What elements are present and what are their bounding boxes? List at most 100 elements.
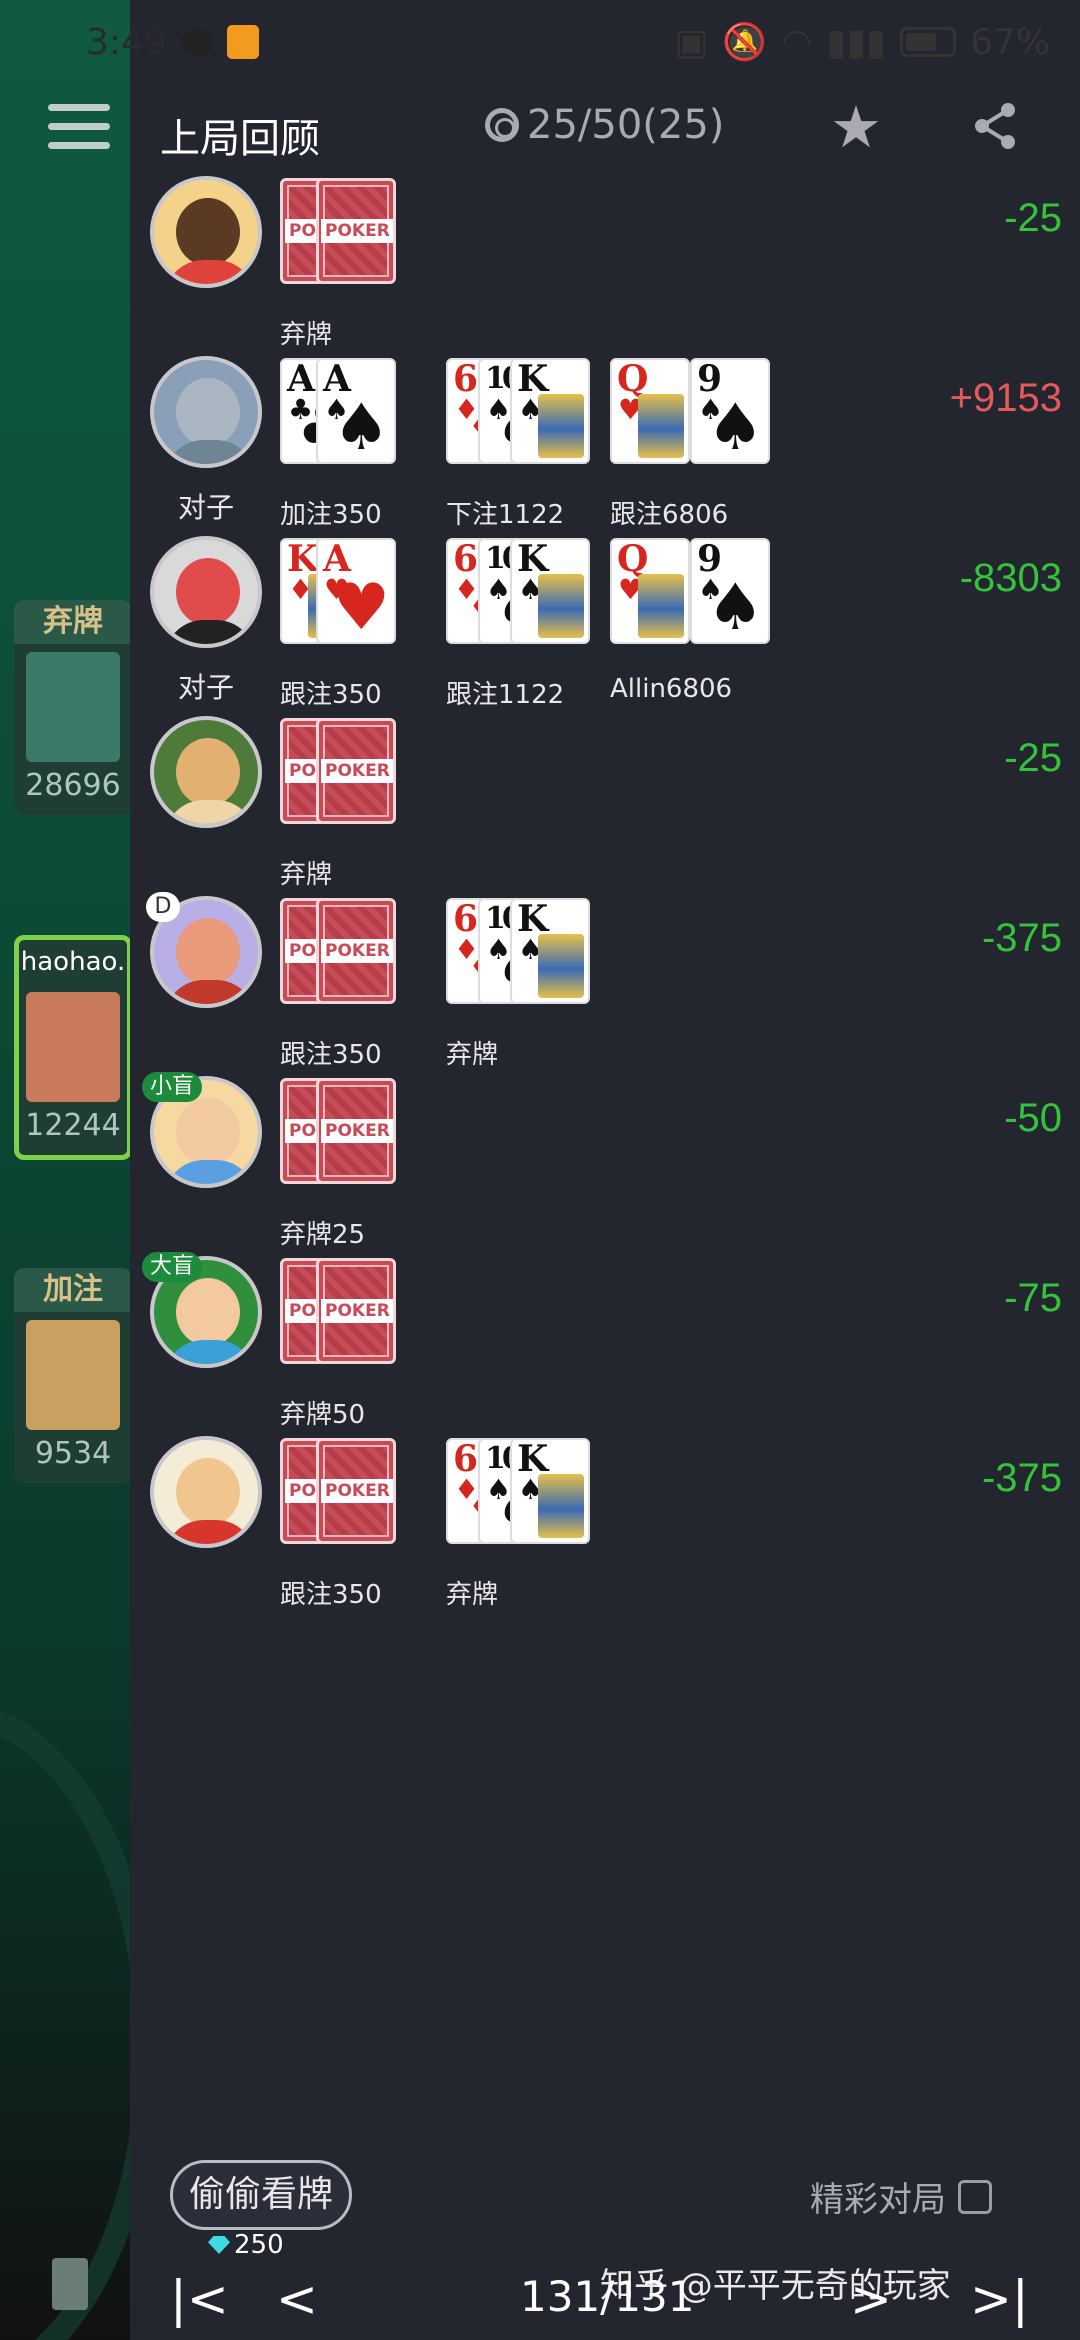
battery-icon <box>899 27 956 57</box>
chip-icon <box>485 108 519 142</box>
street-group: 6♦♦10♠♠K♠ 弃牌 <box>446 1438 590 1610</box>
chip-result: +9153 <box>949 376 1062 420</box>
hand-rank-label: 对子 <box>177 671 234 704</box>
card-stack: POKERPOKER <box>280 718 396 824</box>
card-stack: 6♦♦10♠♠K♠ <box>446 1438 590 1544</box>
app-notification-icon <box>226 25 259 59</box>
highlight-toggle[interactable]: 精彩对局 <box>810 2172 992 2221</box>
card-back-brand: POKER <box>321 759 393 783</box>
page-title: 上局回顾 <box>160 116 320 162</box>
hand-rank-label: 对子 <box>177 491 234 524</box>
stats-icon[interactable] <box>52 2258 88 2310</box>
position-badge: 小盲 <box>142 1072 203 1102</box>
menu-icon[interactable] <box>48 104 110 154</box>
avatar-face <box>176 378 240 446</box>
card-back-brand: POKER <box>321 219 393 243</box>
player-row: 对子 K♦A♥♥ 跟注350 6♦♦10♠♠K♠ 跟注1122 Q♥ Allin6806 9♠… <box>130 530 1080 710</box>
share-icon[interactable] <box>970 100 1020 152</box>
highlight-checkbox[interactable] <box>958 2179 992 2214</box>
avatar-face <box>176 918 240 986</box>
card-stack: POKERPOKER <box>280 1438 396 1544</box>
action-label: 弃牌50 <box>280 1400 366 1430</box>
card-stack: 6♦♦10♠♠K♠ <box>446 538 590 644</box>
card-pip: ♠ <box>706 391 764 464</box>
chat-icon <box>180 28 213 56</box>
court-card-art <box>538 574 584 638</box>
action-label: 弃牌 <box>280 320 333 350</box>
avatar-face <box>176 738 240 806</box>
card-back: POKER <box>316 898 396 1004</box>
favorite-star-icon[interactable]: ★ <box>830 98 882 156</box>
avatar <box>150 356 262 468</box>
avatar <box>150 176 262 288</box>
playing-card: Q ♥ <box>610 358 690 464</box>
previous-hand-icon[interactable]: < <box>276 2270 318 2328</box>
avatar-body <box>164 1340 256 1364</box>
avatar-face <box>176 1278 240 1346</box>
avatar-body <box>164 620 256 644</box>
side-player-card: 加注 9534 <box>14 1268 132 1483</box>
action-label: 弃牌 <box>280 860 333 890</box>
card-stack: A♣♣A♠♠ <box>280 358 396 464</box>
peek-cards-button[interactable]: 偷偷看牌 <box>170 2160 353 2230</box>
action-label: 跟注350 <box>280 680 382 710</box>
court-card-art <box>538 934 584 998</box>
court-card-art <box>538 394 584 458</box>
playing-card: Q ♥ <box>610 538 690 644</box>
status-bar: 3:49 ▣ 🔕 ◠ ▮▮▮ 67% <box>0 0 1080 84</box>
player-row: 小盲 POKERPOKER 弃牌25 -50 <box>130 1070 1080 1250</box>
card-back-brand: POKER <box>321 1299 393 1323</box>
street-group: 6♦♦10♠♠K♠ 下注1122 <box>446 358 590 530</box>
mute-icon: 🔕 <box>722 22 768 63</box>
card-pip: ♥ <box>332 571 390 644</box>
action-label: 弃牌 <box>446 1040 499 1070</box>
card-stack: 6♦♦10♠♠K♠ <box>446 898 590 1004</box>
card-pip: ♠ <box>332 391 390 464</box>
playing-card: K ♠ <box>510 1438 590 1544</box>
panel-header: 上局回顾 25/50(25) ★ <box>130 98 1080 172</box>
playing-card: K ♠ <box>510 538 590 644</box>
street-group: POKERPOKER 跟注350 <box>280 1438 396 1610</box>
street-group: K ♦ A ♥ ♥ 跟注350 <box>280 538 396 710</box>
nfc-icon: ▣ <box>674 21 709 63</box>
status-time: 3:49 <box>86 21 167 63</box>
avatar-body <box>164 440 256 464</box>
avatar-face <box>176 198 240 266</box>
avatar-body <box>164 1160 256 1184</box>
card-stack: POKERPOKER <box>280 1078 396 1184</box>
card-stack: POKERPOKER <box>280 178 396 284</box>
street-group: 6♦♦10♠♠K♠ 弃牌 <box>446 898 590 1070</box>
chip-result: -75 <box>1004 1276 1062 1320</box>
player-row: POKERPOKER 弃牌 -25 <box>130 170 1080 350</box>
street-group: POKERPOKER 弃牌50 <box>280 1258 396 1430</box>
action-label: 弃牌25 <box>280 1220 366 1250</box>
card-stack: POKERPOKER <box>280 898 396 1004</box>
poker-table-background <box>0 0 130 2340</box>
battery-percent: 67% <box>969 21 1050 63</box>
side-player-card-active: haohao. 12244 <box>14 935 132 1160</box>
card-stack: 9 ♠ ♠ <box>690 538 802 644</box>
position-badge: 大盲 <box>142 1252 203 1282</box>
playing-card: K ♠ <box>510 898 590 1004</box>
signal-icon: ▮▮▮ <box>826 21 886 63</box>
chip-result: -25 <box>1004 196 1062 240</box>
avatar <box>150 716 262 828</box>
card-back: POKER <box>316 1438 396 1544</box>
hand-counter: 25/50(25) <box>485 102 724 148</box>
last-hand-icon[interactable]: >| <box>970 2270 1029 2328</box>
street-group: POKERPOKER 跟注350 <box>280 898 396 1070</box>
diamond-icon <box>208 2236 230 2254</box>
street-group: 9 ♠ ♠ <box>690 358 802 464</box>
card-back-brand: POKER <box>321 1119 393 1143</box>
first-hand-icon[interactable]: |< <box>170 2270 229 2328</box>
street-group: POKERPOKER 弃牌25 <box>280 1078 396 1250</box>
player-row: 大盲 POKERPOKER 弃牌50 -75 <box>130 1250 1080 1430</box>
street-group: 9 ♠ ♠ <box>690 538 802 644</box>
playing-card: 9 ♠ ♠ <box>690 538 770 644</box>
player-row: POKERPOKER 弃牌 -25 <box>130 710 1080 890</box>
street-group: POKERPOKER 弃牌 <box>280 718 396 890</box>
avatar-body <box>164 1520 256 1544</box>
action-label: 下注1122 <box>446 500 565 530</box>
avatar-body <box>164 260 256 284</box>
card-back: POKER <box>316 718 396 824</box>
